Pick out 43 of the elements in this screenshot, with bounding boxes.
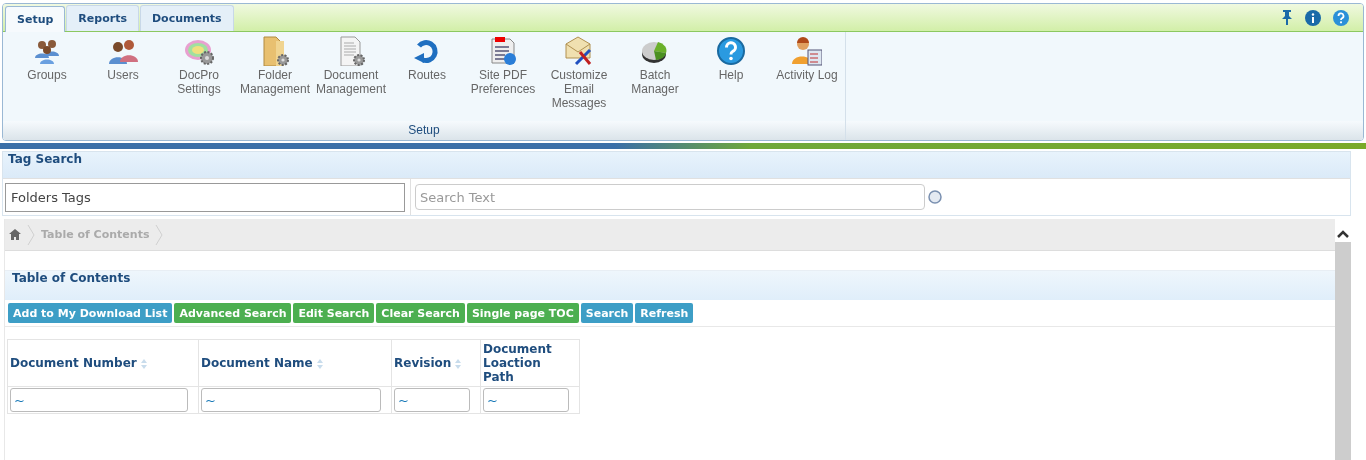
ribbon-button[interactable]: Routes [389,36,465,121]
folder-gear-icon [260,36,290,66]
filter-field[interactable]: ~ [394,388,470,412]
ribbon-button[interactable]: Document Management [313,36,389,121]
column-header[interactable]: Revision [394,356,452,370]
toolbar-button[interactable]: Add to My Download List [8,303,173,323]
folders-tags-field[interactable]: Folders Tags [5,182,405,212]
ribbon-button[interactable]: Folder Management [237,36,313,121]
toolbar-button[interactable]: Search [580,303,634,323]
document-globe-icon [488,36,518,66]
ribbon-tab[interactable]: Documents [139,5,234,31]
ribbon-button[interactable]: Site PDF Preferences [465,36,541,121]
filter-field[interactable]: ~ [201,388,381,412]
ribbon-button[interactable]: Groups [9,36,85,121]
column-header[interactable]: Document Name [201,356,313,370]
ribbon-tab[interactable]: Setup [5,6,66,32]
scrollbar[interactable] [1335,242,1351,460]
person-list-icon [792,36,822,66]
home-icon[interactable] [9,229,21,240]
panel-title: Table of Contents [5,271,1335,300]
column-header[interactable]: Document Number [10,356,137,370]
ribbon-tab[interactable]: Reports [66,5,139,31]
panel-title: Tag Search [3,152,1350,178]
envelope-tools-icon [564,36,594,66]
scroll-up-icon[interactable] [1335,229,1351,239]
filter-field[interactable]: ~ [10,388,188,412]
chevron-icon [27,223,35,246]
question-icon [716,36,746,66]
filter-field[interactable]: ~ [483,388,569,412]
info-icon[interactable] [1305,9,1321,26]
help-icon[interactable] [1333,9,1349,26]
ribbon-button[interactable]: Batch Manager [617,36,693,121]
group-label: Setup [3,121,845,140]
pin-icon[interactable] [1281,10,1293,25]
ribbon-button[interactable]: DocPro Settings [161,36,237,121]
search-icon[interactable] [928,190,942,204]
search-field[interactable]: Search Text [415,184,925,210]
ribbon-button[interactable]: Customize Email Messages [541,36,617,121]
ribbon-button[interactable]: Activity Log [769,36,845,121]
ribbon-button[interactable]: Help [693,36,769,121]
ribbon-button[interactable]: Users [85,36,161,121]
toolbar-button[interactable]: Refresh [635,303,694,323]
chevron-icon [155,223,164,246]
